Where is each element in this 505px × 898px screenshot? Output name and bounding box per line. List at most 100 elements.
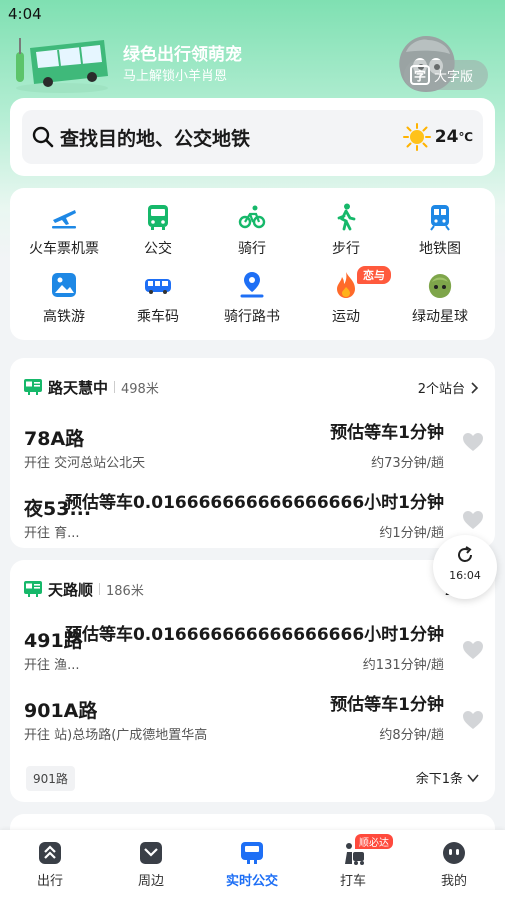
service-sport[interactable]: 运动 恋与 [298,266,394,334]
service-bike[interactable]: 骑行 [204,202,300,266]
route-frequency: 约73分钟/趟 [371,456,444,471]
divider [99,583,101,595]
route-frequency: 约131分钟/趟 [362,658,444,673]
bus-stop-icon [24,379,42,395]
refresh-time: 16:04 [449,569,481,582]
weather-temperature: 24 [434,127,459,147]
font-size-icon: 字 [410,65,430,85]
nearby-icon [140,842,162,864]
large-font-mode-button[interactable]: 字 大字版 [404,60,488,90]
service-walk[interactable]: 步行 [298,202,394,266]
bus-code-icon [145,279,171,294]
stop-header: 天路顺 186米 [24,578,144,600]
search-input[interactable]: 查找目的地、公交地铁 24 ℃ [22,110,483,164]
walk-icon [337,203,356,231]
travel-icon [39,842,61,864]
bus-icon [148,205,168,230]
divider [114,381,116,393]
service-label: 火车票机票 [29,241,99,257]
bus-stop-icon [24,581,42,597]
search-placeholder: 查找目的地、公交地铁 [60,127,251,150]
route-chip[interactable]: 901路 [26,766,75,791]
status-time: 4:04 [8,5,42,23]
route-eta: 预估等车1分钟 [330,423,444,443]
heart-icon[interactable] [462,432,484,452]
service-train-flight[interactable]: 火车票机票 [16,202,112,266]
route-eta: 预估等车1分钟 [330,695,444,715]
banner-subtitle: 马上解锁小羊肖恩 [123,69,228,84]
service-label: 骑行路书 [224,309,280,325]
route-row[interactable]: 夜53... 预估等车0.016666666666666666小时1分钟 开往 … [24,488,484,548]
route-eta: 预估等车0.016666666666666666小时1分钟 [64,493,444,513]
status-bar: 4:04 [0,0,505,28]
stop-distance: 186米 [106,583,144,599]
service-label: 绿动星球 [412,309,468,325]
route-direction: 开往 站)总场路(广成德地置华高 [24,728,208,743]
large-font-label: 大字版 [434,69,474,85]
stop-card[interactable]: 路天慧中 498米 2个站台 78A路 预估等车1分钟 开往 交河总站公北天 约… [10,358,495,548]
route-name: 78A路 [24,428,85,450]
service-label: 步行 [332,241,360,257]
stop-card[interactable]: 天路顺 186米 2个站 491路 预估等车0.0166666666666666… [10,560,495,802]
service-green-planet[interactable]: 绿动星球 [392,270,488,334]
bottom-tab-bar: 出行 周边 实时公交 打车 顺必达 我的 [0,830,505,898]
service-label: 骑行 [238,241,266,257]
service-subway-map[interactable]: 地铁图 [392,202,488,266]
service-label: 公交 [144,241,172,257]
service-hsr-tour[interactable]: 高铁游 [16,270,112,334]
stop-name: 天路顺 [48,580,94,599]
service-bus[interactable]: 公交 [110,202,206,266]
route-direction: 开往 育... [24,526,80,541]
tab-label: 打车 [339,874,366,889]
planet-mascot-icon [428,274,452,298]
weather-widget[interactable]: 24 ℃ [402,110,473,164]
refresh-button[interactable]: 16:04 [433,535,497,599]
tab-label: 周边 [137,874,164,889]
station-count: 2个站台 [417,382,465,397]
heart-icon[interactable] [462,640,484,660]
route-frequency: 约8分钟/趟 [379,728,444,743]
tab-label: 出行 [36,874,63,889]
route-name: 901A路 [24,700,98,722]
tab-nearby[interactable]: 周边 [111,840,191,894]
promo-banner[interactable]: 绿色出行领萌宠 马上解锁小羊肖恩 字 大字版 [0,28,505,98]
tab-travel[interactable]: 出行 [10,840,90,894]
route-pin-icon [240,272,264,298]
route-eta: 预估等车0.016666666666666666小时1分钟 [64,625,444,645]
subway-icon [430,205,450,231]
tab-badge: 顺必达 [355,834,393,849]
realtime-bus-icon [241,842,263,864]
heart-icon[interactable] [462,710,484,730]
route-direction: 开往 渔... [24,658,80,673]
stop-distance: 498米 [121,381,159,397]
heart-icon[interactable] [462,510,484,530]
station-count-link[interactable]: 2个站台 [418,378,479,397]
green-bus-illustration [16,38,108,93]
services-grid: 火车票机票 公交 骑行 步行 地铁图 高铁游 乘车码 骑行路书 运动 恋与 绿动… [10,188,495,340]
show-more-routes[interactable]: 余下1条 [416,768,479,787]
service-label: 乘车码 [137,309,179,325]
banner-title: 绿色出行领萌宠 [123,45,242,65]
service-label: 高铁游 [43,309,85,325]
tab-taxi[interactable]: 打车 顺必达 [313,834,393,894]
search-card: 查找目的地、公交地铁 24 ℃ [10,98,495,176]
search-icon [32,126,54,148]
service-ride-code[interactable]: 乘车码 [110,270,206,334]
photo-icon [52,273,76,297]
plane-train-icon [52,210,76,229]
service-cycling-roadbook[interactable]: 骑行路书 [204,270,300,334]
stop-header: 路天慧中 498米 [24,376,159,398]
chevron-down-icon [467,773,479,782]
more-label: 余下1条 [415,772,463,787]
tab-realtime-bus[interactable]: 实时公交 [212,840,292,894]
bike-icon [238,205,266,229]
route-row[interactable]: 901A路 预估等车1分钟 开往 站)总场路(广成德地置华高 约8分钟/趟 [24,690,484,750]
tab-label: 实时公交 [225,874,278,889]
chevron-right-icon [471,381,479,394]
route-row[interactable]: 491路 预估等车0.016666666666666666小时1分钟 开往 渔.… [24,620,484,680]
route-direction: 开往 交河总站公北天 [24,456,146,471]
tab-profile[interactable]: 我的 [414,840,494,894]
profile-icon [443,842,465,864]
route-row[interactable]: 78A路 预估等车1分钟 开往 交河总站公北天 约73分钟/趟 [24,418,484,478]
service-label: 运动 [332,309,360,325]
